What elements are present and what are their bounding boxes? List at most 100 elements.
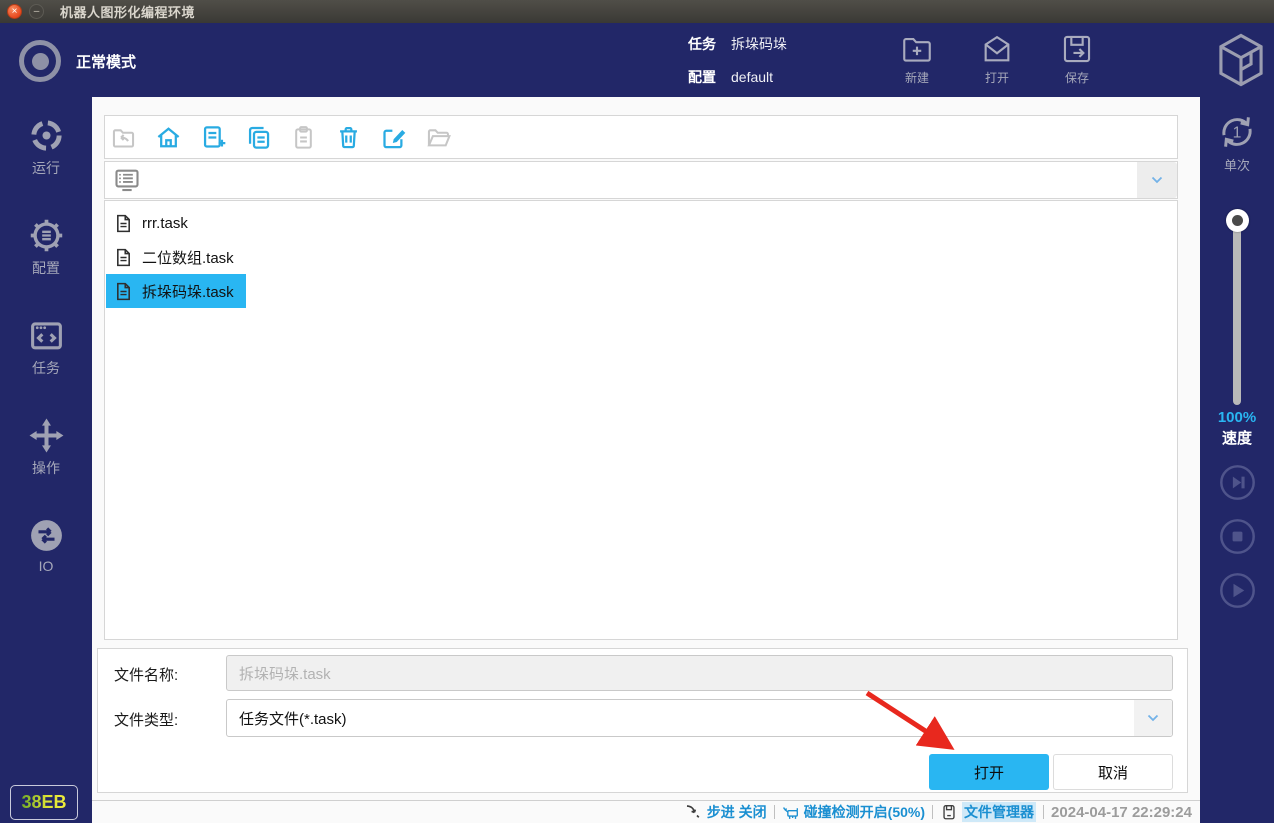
single-cycle-number: 1	[1233, 125, 1242, 142]
file-manager-text: 文件管理器	[962, 802, 1037, 822]
paste-button[interactable]	[288, 122, 318, 152]
file-row-selected[interactable]: 拆垛码垛.task	[106, 274, 246, 308]
sidebar-item-task[interactable]: 任务	[0, 317, 92, 389]
app-logo-cube-icon	[1219, 33, 1263, 87]
sidebar-item-label: 运行	[32, 160, 60, 176]
file-dialog: rrr.task 二位数组.task 拆垛码垛.task 文件名称: 文件类型:…	[92, 97, 1200, 800]
open-folder-icon	[426, 128, 451, 146]
speed-percent: 100%	[1217, 409, 1257, 426]
task-config-info: 任务 拆垛码垛 配置 default	[688, 34, 787, 87]
copy-button[interactable]	[243, 122, 273, 152]
single-run-mode-button[interactable]: 1 单次	[1200, 111, 1274, 174]
file-name: rrr.task	[142, 214, 188, 232]
edit-pencil-icon	[382, 129, 405, 148]
code-window-icon	[30, 322, 62, 350]
back-button[interactable]	[108, 122, 138, 152]
status-badge: 38EB	[10, 785, 78, 820]
save-task-button[interactable]: 保存	[1045, 32, 1109, 86]
cancel-button[interactable]: 取消	[1053, 754, 1173, 790]
dropdown-chevron[interactable]	[1137, 162, 1177, 198]
location-dropdown[interactable]	[104, 161, 1178, 199]
step-mode-text: 步进 关闭	[706, 804, 767, 820]
file-name: 二位数组.task	[142, 249, 234, 267]
header-actions: 新建 打开 保存	[885, 32, 1109, 86]
minimize-icon[interactable]: –	[29, 4, 44, 19]
new-folder-icon	[903, 38, 931, 62]
file-list: rrr.task 二位数组.task 拆垛码垛.task	[104, 200, 1178, 640]
home-icon	[157, 126, 179, 147]
file-name-label: 文件名称:	[114, 667, 179, 684]
gear-icon	[30, 219, 62, 252]
file-toolbar	[104, 115, 1178, 159]
right-sidebar: 1 单次 100% 速度	[1200, 97, 1274, 823]
speed-slider-track[interactable]	[1233, 217, 1241, 405]
close-icon[interactable]: ×	[7, 4, 22, 19]
file-manager-status[interactable]: 文件管理器	[940, 802, 1037, 822]
mode-indicator-icon	[19, 40, 61, 82]
sidebar-item-operate[interactable]: 操作	[0, 417, 92, 489]
task-value: 拆垛码垛	[731, 36, 787, 52]
speed-label: 速度	[1221, 430, 1252, 447]
file-type-select[interactable]: 任务文件(*.task)	[226, 699, 1173, 737]
file-manager-icon	[943, 805, 955, 820]
save-icon	[1063, 35, 1091, 63]
skip-next-button[interactable]	[1219, 464, 1256, 501]
left-sidebar: 运行 配置 任务 操作 IO 38EB	[0, 97, 92, 823]
trash-icon	[339, 126, 357, 148]
file-icon	[117, 248, 130, 266]
delete-button[interactable]	[333, 122, 363, 152]
file-name-input[interactable]	[226, 655, 1173, 691]
io-icon	[30, 520, 62, 551]
task-label: 任务	[688, 36, 716, 52]
config-value: default	[731, 69, 774, 85]
open-dialog-form: 文件名称: 文件类型: 任务文件(*.task) 打开 取消	[97, 648, 1188, 793]
file-type-value: 任务文件(*.task)	[239, 710, 347, 728]
status-bar: 步进 关闭 碰撞检测开启(50%) 文件管理器 2024-04-17 22:29…	[92, 800, 1200, 823]
sidebar-item-io[interactable]: IO	[0, 517, 92, 589]
open-envelope-icon	[984, 35, 1010, 62]
computer-list-icon	[115, 169, 139, 192]
speed-slider-handle[interactable]	[1226, 209, 1249, 232]
stop-button[interactable]	[1219, 518, 1256, 555]
file-name: 拆垛码垛.task	[142, 283, 234, 301]
back-folder-icon	[112, 128, 134, 148]
open-task-label: 打开	[984, 71, 1009, 85]
config-label: 配置	[688, 69, 716, 85]
chevron-down-icon	[1147, 714, 1159, 722]
divider	[932, 805, 934, 819]
save-task-label: 保存	[1064, 71, 1089, 85]
new-task-button[interactable]: 新建	[885, 32, 949, 86]
copy-icon	[248, 126, 269, 149]
sidebar-item-label: IO	[38, 558, 54, 574]
divider	[1043, 805, 1045, 819]
collision-robot-icon	[782, 807, 798, 819]
file-row[interactable]: 二位数组.task	[106, 240, 246, 274]
file-row[interactable]: rrr.task	[106, 206, 200, 240]
run-icon	[30, 120, 62, 151]
step-mode-status[interactable]: 步进 关闭	[685, 802, 767, 822]
file-type-chevron[interactable]	[1134, 700, 1172, 736]
file-type-label: 文件类型:	[114, 712, 179, 729]
step-arrow-icon	[686, 805, 700, 818]
collision-status[interactable]: 碰撞检测开启(50%)	[782, 802, 925, 822]
rename-button[interactable]	[378, 122, 408, 152]
file-icon	[117, 214, 130, 232]
file-icon	[117, 282, 130, 300]
sidebar-item-run[interactable]: 运行	[0, 117, 92, 189]
task-row: 任务 拆垛码垛	[688, 34, 787, 54]
open-button[interactable]: 打开	[929, 754, 1049, 790]
open-task-button[interactable]: 打开	[965, 32, 1029, 86]
home-button[interactable]	[153, 122, 183, 152]
sidebar-item-label: 操作	[32, 460, 60, 476]
play-button[interactable]	[1219, 572, 1256, 609]
move-arrows-icon	[29, 418, 63, 453]
new-task-label: 新建	[904, 71, 929, 85]
sidebar-item-label: 配置	[32, 260, 60, 276]
single-cycle-icon: 1	[1222, 117, 1252, 147]
open-folder-button[interactable]	[423, 122, 453, 152]
mode-label: 正常模式	[76, 54, 137, 71]
paste-icon	[294, 125, 312, 149]
new-file-button[interactable]	[198, 122, 228, 152]
config-row: 配置 default	[688, 67, 787, 87]
sidebar-item-config[interactable]: 配置	[0, 217, 92, 289]
